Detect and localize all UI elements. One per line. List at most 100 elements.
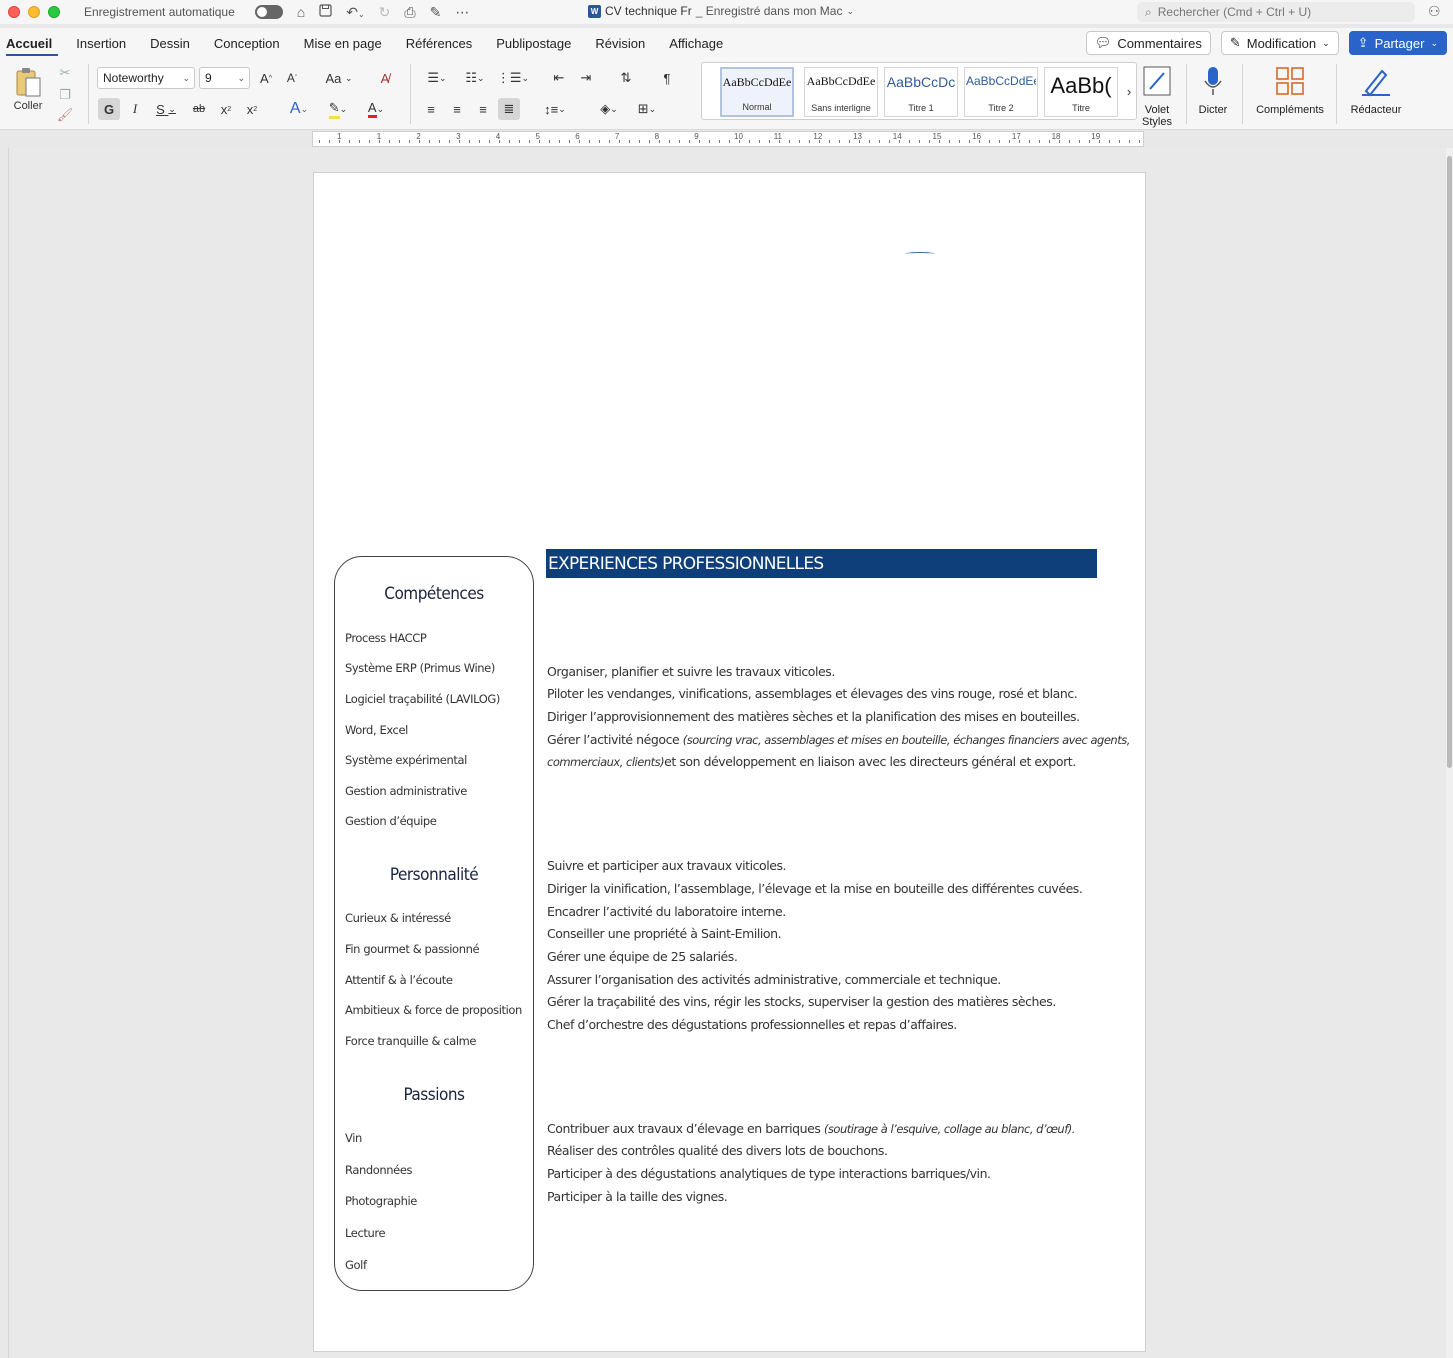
styles-pane-button[interactable]: Volet Styles — [1138, 62, 1176, 128]
underline-button[interactable]: S ⌄ — [150, 98, 182, 120]
ruler-tick — [959, 140, 960, 143]
dictate-button[interactable]: Dicter — [1194, 62, 1232, 116]
ruler-tick — [899, 140, 900, 143]
list-item: Gestion administrative — [345, 784, 467, 798]
font-color-button[interactable]: A ⌄ — [360, 98, 392, 120]
experience-line: commerciaux, clients)et son développemen… — [547, 754, 1076, 769]
share-button[interactable]: ⇪ Partager ⌄ — [1348, 31, 1447, 55]
bold-button[interactable]: G — [98, 98, 120, 120]
ruler-tick — [889, 140, 890, 143]
close-window-button[interactable] — [8, 6, 20, 18]
vertical-scrollbar[interactable] — [1446, 148, 1453, 1358]
chevron-right-icon[interactable]: › — [1122, 81, 1136, 101]
scrollbar-thumb[interactable] — [1447, 156, 1452, 768]
italic-button[interactable]: I — [125, 98, 145, 120]
addins-button[interactable]: Compléments — [1252, 62, 1328, 116]
justify-icon[interactable]: ≣ — [498, 98, 520, 120]
tab-revision[interactable]: Révision — [583, 28, 657, 58]
style-sans-interligne[interactable]: AaBbCcDdEe Sans interligne — [804, 67, 878, 117]
tab-conception[interactable]: Conception — [202, 28, 292, 58]
zoom-window-button[interactable] — [48, 6, 60, 18]
ruler-tick — [989, 140, 990, 143]
shading-icon[interactable]: ◈ ⌄ — [592, 98, 626, 120]
align-center-icon[interactable]: ≡ — [446, 98, 468, 120]
style-titre[interactable]: AaBb( Titre — [1044, 67, 1118, 117]
more-options-icon[interactable]: ⋯ — [455, 4, 469, 21]
ruler-tick — [609, 140, 610, 143]
redo-icon[interactable]: ↻ — [379, 4, 391, 21]
ruler-tick — [929, 140, 930, 143]
ruler-tick — [1029, 140, 1030, 143]
borders-icon[interactable]: ⊞ ⌄ — [630, 98, 664, 120]
list-item: Gestion d’équipe — [345, 814, 437, 828]
ruler-tick — [949, 140, 950, 143]
tab-references[interactable]: Références — [394, 28, 484, 58]
clear-formatting-icon[interactable]: A̸ — [374, 68, 396, 88]
experience-line: Conseiller une propriété à Saint-Emilion… — [547, 926, 782, 941]
tab-mise-en-page[interactable]: Mise en page — [292, 28, 394, 58]
save-icon[interactable] — [319, 4, 332, 20]
strikethrough-button[interactable]: ab — [188, 98, 210, 120]
font-name-select[interactable]: Noteworthy ⌄ — [97, 67, 195, 89]
edit-document-icon[interactable]: ✎ — [430, 4, 442, 21]
experience-header: EXPERIENCES PROFESSIONNELLES — [546, 549, 1097, 578]
sort-icon[interactable]: ⇅ — [615, 68, 637, 88]
minimize-window-button[interactable] — [28, 6, 40, 18]
line-spacing-icon[interactable]: ↕≡ ⌄ — [538, 98, 572, 120]
tab-accueil[interactable]: Accueil — [0, 28, 64, 58]
editing-mode-button[interactable]: ✎ Modification ⌄ — [1220, 31, 1339, 55]
experience-line: Gérer l’activité négoce (sourcing vrac, … — [547, 732, 1130, 747]
highlight-button[interactable]: ✎ ⌄ — [322, 98, 354, 120]
ruler-tick — [1009, 140, 1010, 143]
document-title[interactable]: W CV technique Fr _ Enregistré dans mon … — [588, 4, 854, 18]
tab-publipostage[interactable]: Publipostage — [484, 28, 583, 58]
text-effects-button[interactable]: A ⌄ — [283, 98, 315, 120]
format-painter-icon[interactable]: 🖌︎ — [56, 106, 74, 124]
autosave-toggle[interactable] — [254, 5, 283, 19]
copy-icon[interactable]: ❐ — [56, 86, 74, 104]
highlighter-icon: ✎ — [328, 100, 340, 119]
style-titre-2[interactable]: AaBbCcDdEe Titre 2 — [964, 67, 1038, 117]
pencil-icon: ✎ — [1229, 35, 1241, 50]
paste-button[interactable]: Coller — [8, 64, 48, 114]
comments-button[interactable]: 💬︎ Commentaires — [1085, 31, 1211, 55]
decrease-font-icon[interactable]: Aˇ — [282, 68, 302, 88]
style-normal[interactable]: AaBbCcDdEe Normal — [720, 67, 794, 117]
list-item: Fin gourmet & passionné — [345, 942, 480, 956]
bullet-list-icon[interactable]: ☰ ⌄ — [420, 68, 454, 88]
list-item: Attentif & à l’écoute — [345, 973, 453, 987]
superscript-button[interactable]: x2 — [242, 98, 262, 120]
experience-line: Chef d’orchestre des dégustations profes… — [547, 1017, 957, 1032]
show-formatting-icon[interactable]: ¶ — [656, 68, 678, 88]
horizontal-ruler[interactable]: 1 1 2 3 4 5 6 7 8 9 10 11 12 13 14 15 16 17 18 19 — [312, 131, 1144, 147]
increase-font-icon[interactable]: A ^ — [256, 68, 276, 88]
multilevel-list-icon[interactable]: ⋮☰ ⌄ — [496, 68, 530, 88]
decrease-indent-icon[interactable]: ⇤ — [548, 68, 570, 88]
experience-line: Assurer l’organisation des activités adm… — [547, 972, 1001, 987]
ruler-tick — [379, 140, 380, 143]
ruler-tick — [1139, 140, 1140, 143]
increase-indent-icon[interactable]: ⇥ — [575, 68, 597, 88]
ruler-tick — [749, 140, 750, 143]
tab-affichage[interactable]: Affichage — [657, 28, 735, 58]
tab-dessin[interactable]: Dessin — [138, 28, 202, 58]
font-size-select[interactable]: 9 ⌄ — [199, 67, 250, 89]
share-person-icon[interactable]: ⚇ — [1428, 3, 1441, 20]
numbered-list-icon[interactable]: ☷ ⌄ — [458, 68, 492, 88]
ruler-number: 14 — [892, 132, 902, 141]
cut-icon[interactable]: ✂ — [56, 64, 74, 82]
style-titre-1[interactable]: AaBbCcDc Titre 1 — [884, 67, 958, 117]
tab-insertion[interactable]: Insertion — [64, 28, 138, 58]
ruler-tick — [719, 140, 720, 143]
ruler-tick — [659, 140, 660, 143]
change-case-button[interactable]: Aa ⌄ — [322, 68, 356, 88]
align-left-icon[interactable]: ≡ — [420, 98, 442, 120]
ruler-tick — [529, 140, 530, 143]
editor-button[interactable]: Rédacteur — [1346, 62, 1406, 116]
align-right-icon[interactable]: ≡ — [472, 98, 494, 120]
home-icon[interactable]: ⌂ — [297, 4, 305, 20]
undo-icon[interactable]: ↶⌄ — [346, 4, 364, 21]
subscript-button[interactable]: x2 — [216, 98, 236, 120]
print-icon[interactable]: ⎙ — [404, 4, 415, 21]
search-box[interactable]: ⌕ Rechercher (Cmd + Ctrl + U) — [1137, 2, 1415, 22]
